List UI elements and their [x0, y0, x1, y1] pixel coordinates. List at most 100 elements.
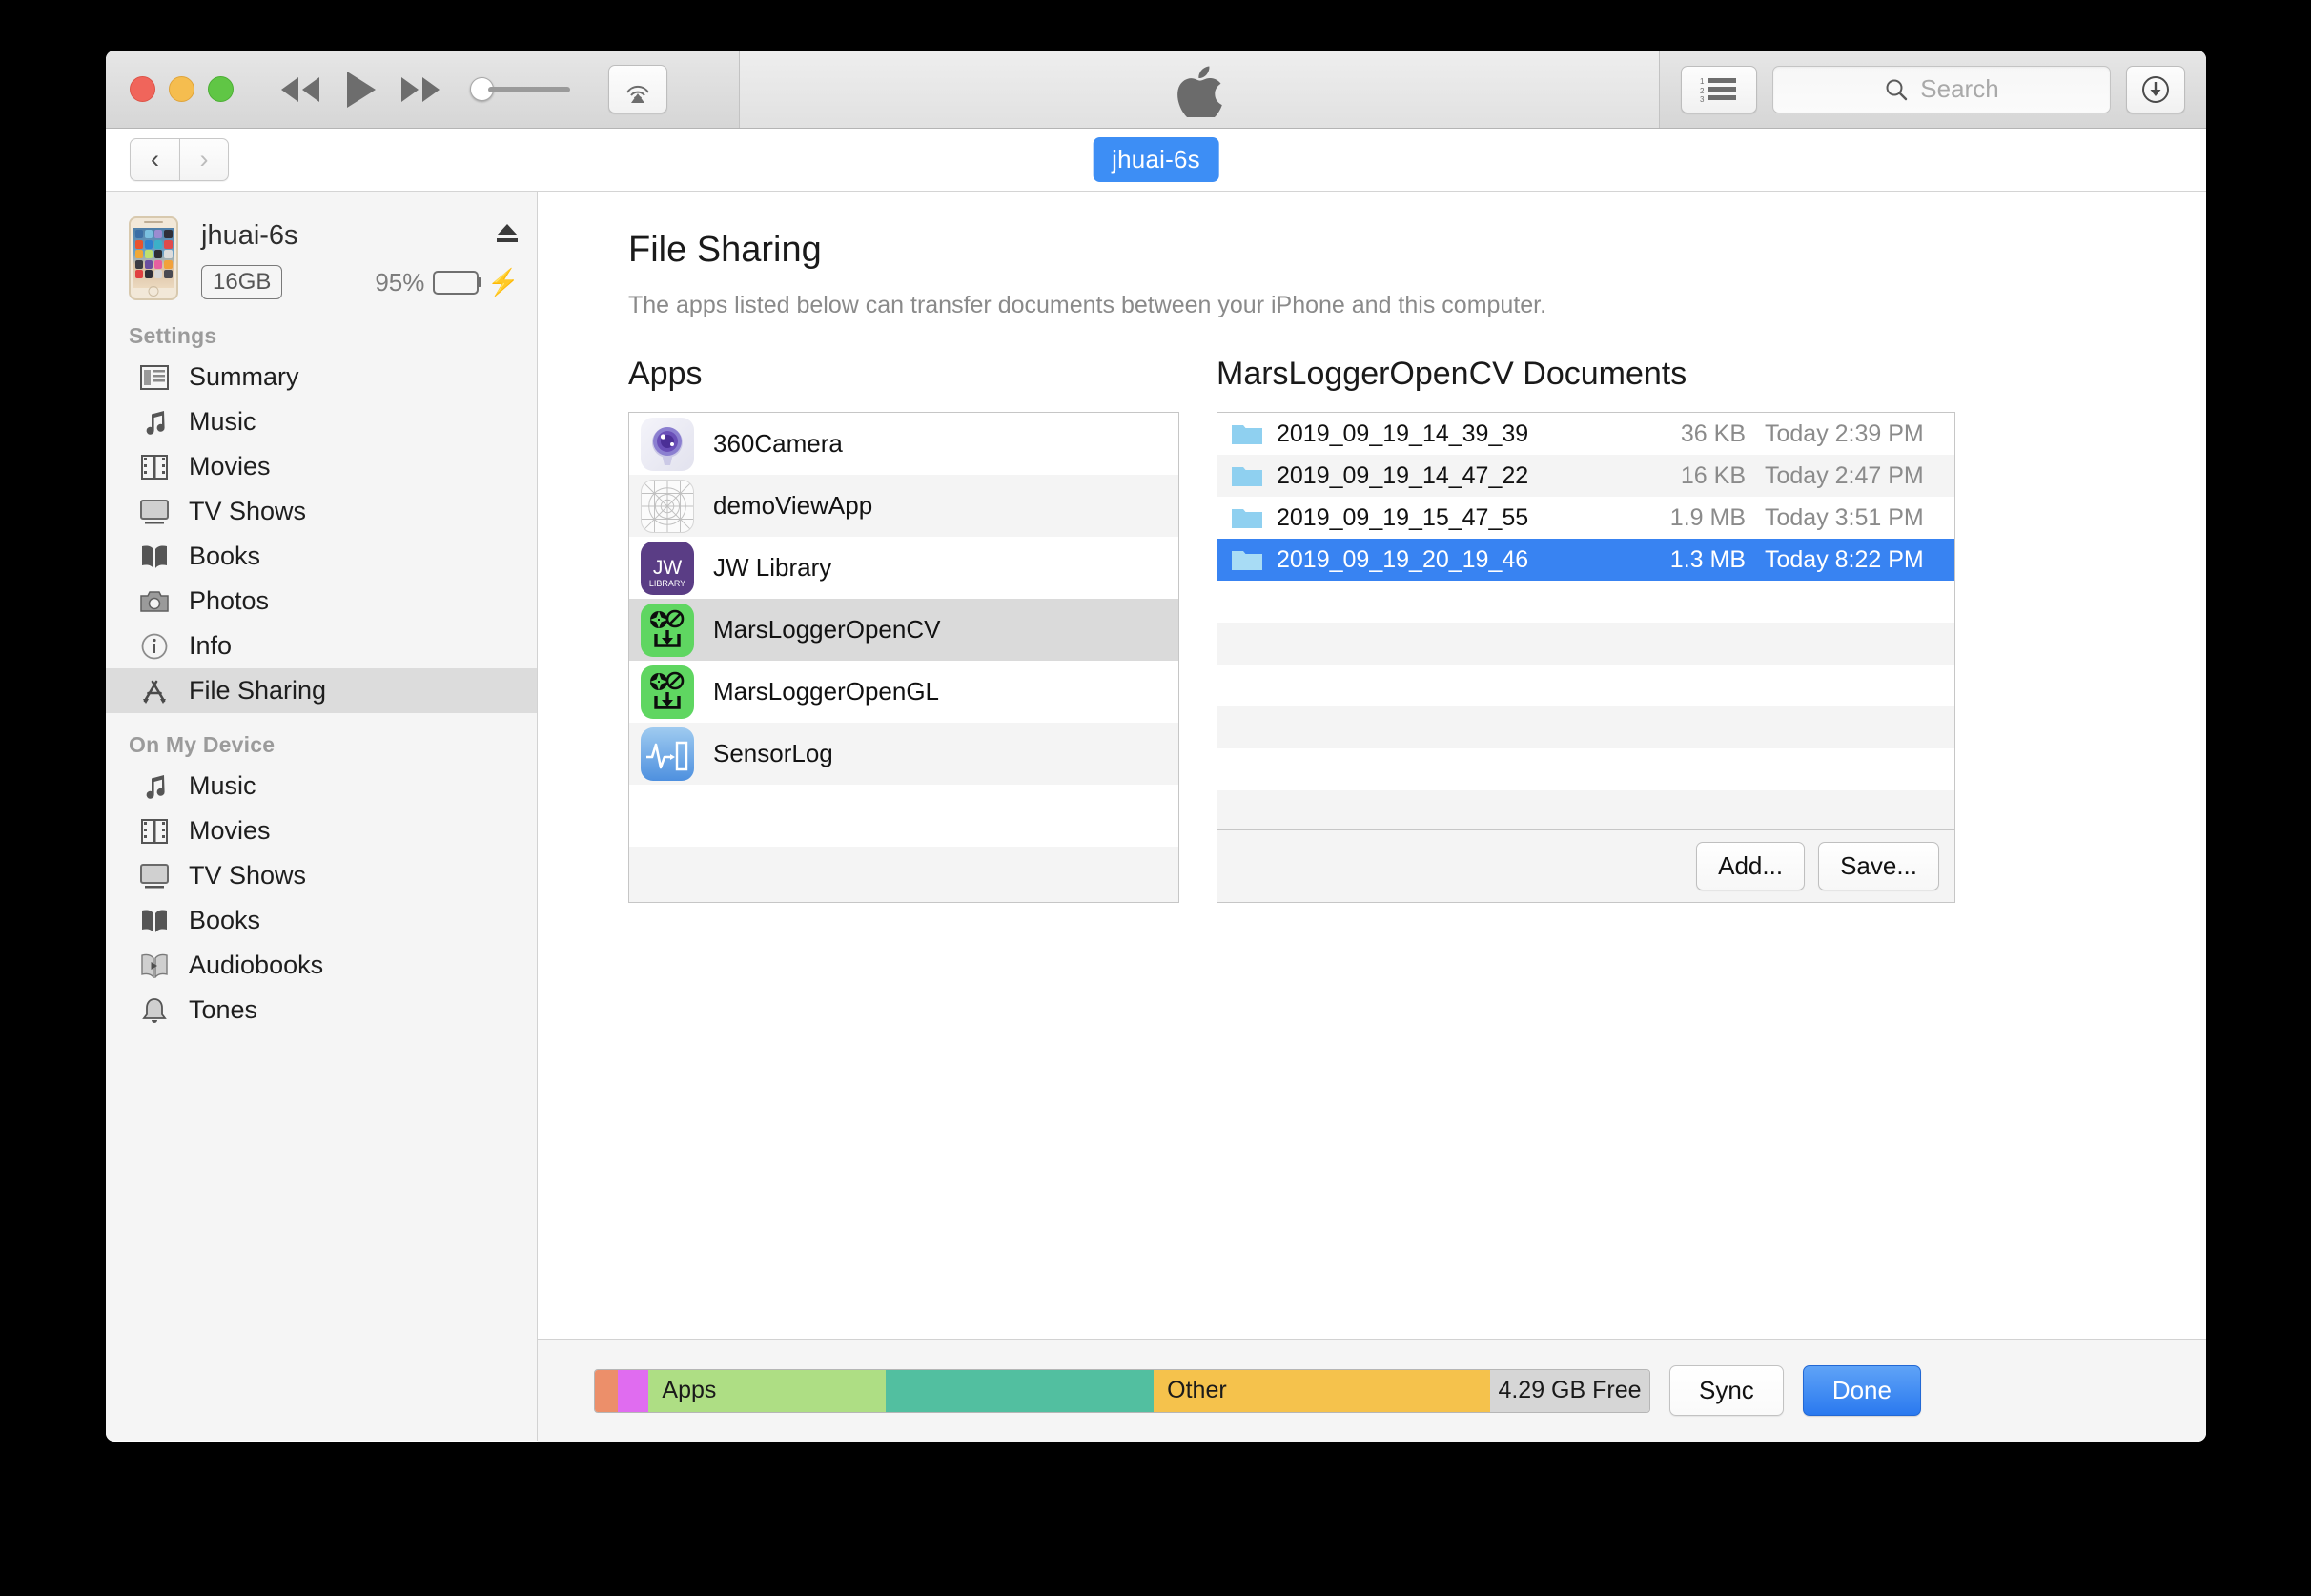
footer-bar: Apps Other 4.29 GB Free Sync Done [538, 1339, 2206, 1442]
add-button[interactable]: Add... [1696, 842, 1806, 890]
content-columns: Apps 360Camera demoViewApp JW LIBRARY JW… [628, 356, 2206, 903]
document-date: Today 8:22 PM [1765, 545, 1924, 573]
list-view-button[interactable]: 1 2 3 [1681, 65, 1757, 113]
summary-icon [137, 362, 172, 393]
window-body: jhuai-6s 16GB 95% ⚡ Settings Summary Mus… [106, 192, 2206, 1441]
documents-filler-row [1217, 748, 1954, 790]
eject-icon [497, 224, 518, 242]
done-button[interactable]: Done [1802, 1365, 1921, 1416]
sidebar-item-info[interactable]: Info [106, 624, 537, 668]
documents-filler-row [1217, 581, 1954, 623]
page-description: The apps listed below can transfer docum… [628, 292, 1547, 318]
documents-column-heading: MarsLoggerOpenCV Documents [1217, 356, 1687, 392]
document-row[interactable]: 2019_09_19_14_47_22 16 KB Today 2:47 PM [1217, 455, 1954, 497]
sidebar-item-device-movies[interactable]: Movies [106, 808, 537, 853]
sidebar-item-photos[interactable]: Photos [106, 579, 537, 624]
marslogger-app-icon [641, 603, 694, 657]
book-icon [137, 906, 172, 936]
iphone-notch [144, 221, 163, 223]
search-field[interactable]: Search [1772, 65, 2111, 113]
sidebar-item-label: Summary [189, 362, 299, 391]
capacity-segment-other-2: Other [1154, 1369, 1490, 1412]
maximize-button[interactable] [208, 76, 234, 102]
volume-slider-track[interactable] [488, 86, 570, 92]
search-input-placeholder[interactable]: Search [1920, 74, 1998, 104]
sidebar-item-device-music[interactable]: Music [106, 764, 537, 808]
documents-list[interactable]: 2019_09_19_14_39_39 36 KB Today 2:39 PM … [1217, 413, 1954, 829]
bell-icon [137, 995, 172, 1026]
fast-forward-button[interactable] [399, 74, 441, 105]
apps-filler-row [629, 847, 1178, 902]
download-icon [2142, 75, 2169, 103]
titlebar-center-section [740, 51, 1660, 128]
film-icon [137, 816, 172, 847]
device-name: jhuai-6s [201, 220, 298, 251]
sidebar-item-device-tv-shows[interactable]: TV Shows [106, 853, 537, 898]
app-store-icon [137, 676, 172, 706]
apple-logo-icon [1177, 66, 1222, 117]
app-name: SensorLog [713, 739, 833, 767]
volume-slider[interactable] [470, 77, 570, 101]
app-list-item[interactable]: MarsLoggerOpenGL [629, 661, 1178, 723]
sidebar-item-label: File Sharing [189, 676, 327, 705]
documents-footer: Add... Save... [1217, 829, 1954, 902]
apps-column: Apps 360Camera demoViewApp JW LIBRARY JW… [628, 356, 1179, 903]
sidebar-item-label: Books [189, 906, 261, 934]
capacity-segment-documents [886, 1369, 1155, 1412]
sidebar-item-device-books[interactable]: Books [106, 898, 537, 943]
film-icon [137, 452, 172, 482]
play-button[interactable] [344, 70, 377, 110]
sidebar-item-audiobooks[interactable]: Audiobooks [106, 943, 537, 988]
forward-button[interactable]: › [179, 138, 229, 181]
sidebar-item-movies[interactable]: Movies [106, 444, 537, 489]
apps-column-heading: Apps [628, 356, 703, 392]
sidebar-item-label: Movies [189, 452, 271, 481]
camera360-app-icon [641, 417, 694, 471]
document-row[interactable]: 2019_09_19_14_39_39 36 KB Today 2:39 PM [1217, 413, 1954, 455]
app-list-item[interactable]: demoViewApp [629, 475, 1178, 537]
sync-button[interactable]: Sync [1669, 1365, 1784, 1416]
minimize-button[interactable] [169, 76, 194, 102]
fast-forward-icon [401, 76, 440, 102]
sidebar-item-music[interactable]: Music [106, 399, 537, 444]
app-name: demoViewApp [713, 491, 873, 520]
navigation-bar: ‹ › jhuai-6s [106, 129, 2206, 192]
sidebar-item-books[interactable]: Books [106, 534, 537, 579]
document-row[interactable]: 2019_09_19_15_47_55 1.9 MB Today 3:51 PM [1217, 497, 1954, 539]
airplay-button[interactable] [608, 65, 667, 113]
camera360-glyph [651, 426, 683, 465]
documents-filler-row [1217, 665, 1954, 706]
downloads-button[interactable] [2126, 65, 2185, 113]
documents-filler-row [1217, 706, 1954, 748]
app-list-item[interactable]: SensorLog [629, 723, 1178, 785]
audiobook-icon [137, 951, 172, 981]
back-button[interactable]: ‹ [130, 138, 179, 181]
svg-text:2: 2 [1700, 87, 1705, 95]
save-button[interactable]: Save... [1818, 842, 1939, 890]
documents-panel: 2019_09_19_14_39_39 36 KB Today 2:39 PM … [1217, 412, 1955, 903]
document-date: Today 3:51 PM [1765, 503, 1924, 531]
sidebar-item-tv-shows[interactable]: TV Shows [106, 489, 537, 534]
close-button[interactable] [130, 76, 155, 102]
document-date: Today 2:39 PM [1765, 419, 1924, 447]
document-size: 1.3 MB [1669, 545, 1746, 573]
document-row-selected[interactable]: 2019_09_19_20_19_46 1.3 MB Today 8:22 PM [1217, 539, 1954, 581]
apps-list[interactable]: 360Camera demoViewApp JW LIBRARY JW Libr… [628, 412, 1179, 903]
device-tab[interactable]: jhuai-6s [1093, 137, 1219, 182]
app-list-item[interactable]: JW LIBRARY JW Library [629, 537, 1178, 599]
document-size: 1.9 MB [1669, 503, 1746, 531]
sidebar-item-label: Photos [189, 586, 270, 615]
svg-text:1: 1 [1700, 77, 1705, 86]
rewind-button[interactable] [279, 74, 321, 105]
app-list-item[interactable]: 360Camera [629, 413, 1178, 475]
airplay-icon [626, 85, 649, 103]
sidebar-item-file-sharing[interactable]: File Sharing [106, 668, 537, 713]
sidebar-item-tones[interactable]: Tones [106, 988, 537, 1033]
capacity-segment-label-other: Other [1167, 1377, 1227, 1403]
document-name: 2019_09_19_20_19_46 [1277, 545, 1529, 573]
app-list-item-selected[interactable]: MarsLoggerOpenCV [629, 599, 1178, 661]
eject-button[interactable] [495, 222, 520, 250]
folder-icon [1232, 509, 1262, 528]
document-date: Today 2:47 PM [1765, 461, 1924, 489]
sidebar-item-summary[interactable]: Summary [106, 355, 537, 399]
